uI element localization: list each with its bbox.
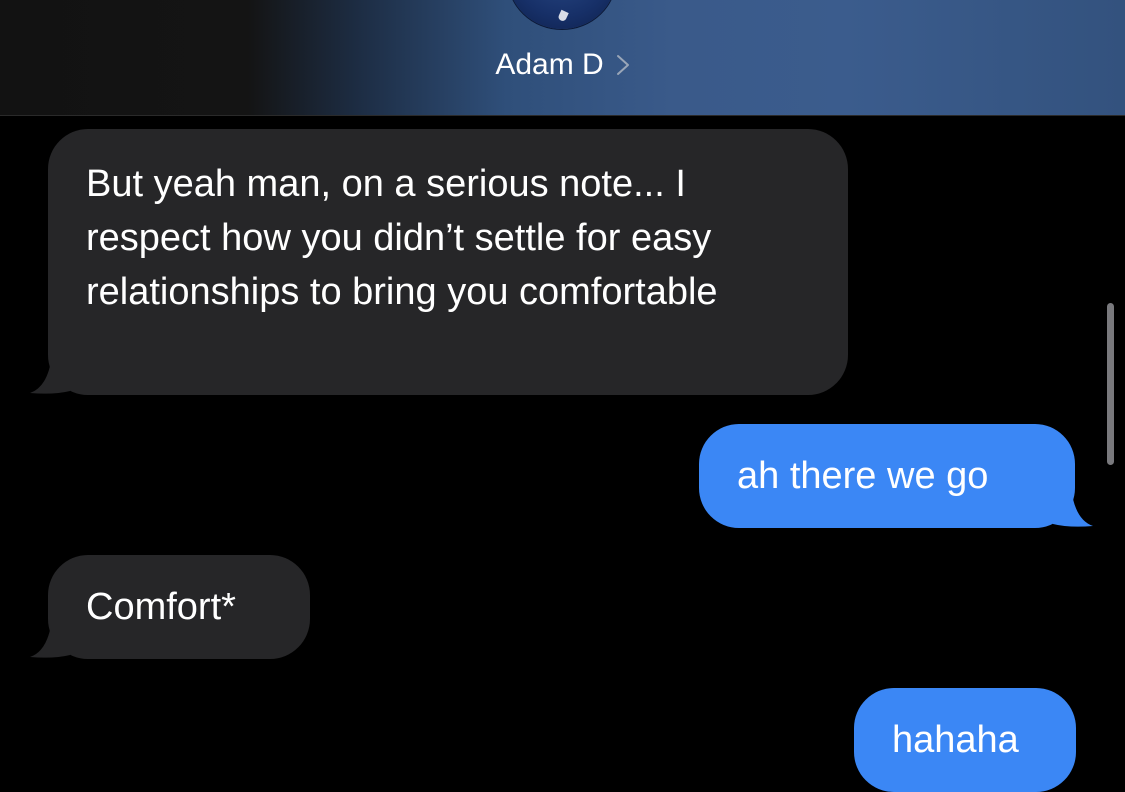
message-text: Comfort*	[86, 586, 236, 628]
scrollbar[interactable]	[1107, 303, 1114, 465]
bubble-tail	[1053, 488, 1093, 527]
message-text: But yeah man, on a serious note... I res…	[86, 163, 718, 313]
incoming-message-bubble[interactable]: Comfort*	[30, 555, 310, 659]
outgoing-message-bubble[interactable]: ah there we go	[699, 424, 1093, 528]
message-text: ah there we go	[737, 455, 989, 497]
bubble-tail	[30, 355, 70, 394]
bubble-tail	[30, 619, 70, 658]
messages-screen: Adam D But yeah man, on a serious note..…	[0, 0, 1125, 792]
incoming-message-bubble[interactable]: But yeah man, on a serious note... I res…	[30, 129, 848, 395]
message-text: hahaha	[892, 719, 1019, 761]
contact-details-link[interactable]: Adam D	[0, 44, 1125, 85]
outgoing-message-bubble[interactable]: hahaha	[854, 688, 1076, 792]
contact-name[interactable]: Adam D	[495, 45, 603, 85]
chevron-right-icon	[616, 55, 629, 76]
avatar-photo-detail	[557, 9, 569, 23]
conversation-header: Adam D	[0, 0, 1125, 116]
contact-avatar[interactable]	[508, 0, 616, 29]
